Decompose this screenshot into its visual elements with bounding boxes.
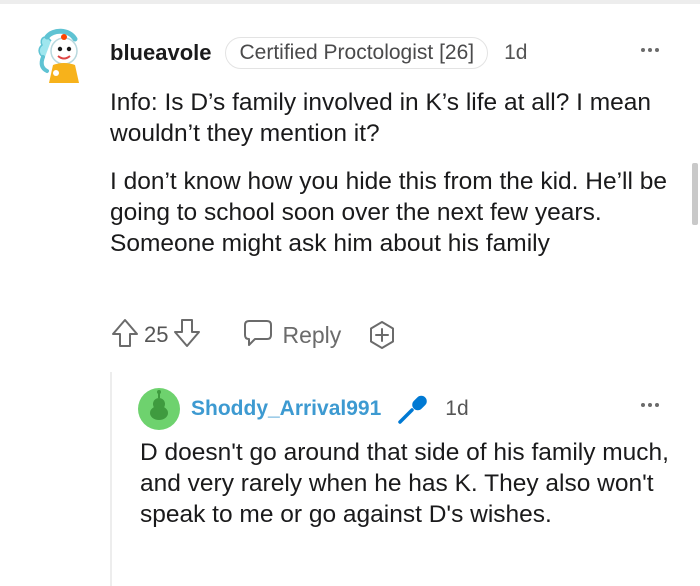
comment-actions: 25 Reply (110, 318, 397, 352)
comment-paragraph: I don’t know how you hide this from the … (110, 168, 667, 257)
microphone-icon (395, 393, 429, 425)
vote-count: 25 (144, 322, 169, 347)
user-flair: Certified Proctologist [26] (225, 37, 489, 69)
award-plus-icon[interactable] (367, 320, 397, 350)
comment-username[interactable]: blueavole (110, 40, 211, 66)
comment-timestamp: 1d (504, 41, 528, 64)
comment-header: blueavole Certified Proctologist [26] 1d (110, 36, 527, 70)
speech-bubble-icon (242, 318, 274, 353)
reply-text: D doesn't go around that side of his fam… (140, 439, 669, 528)
more-options-icon[interactable] (641, 48, 659, 52)
top-divider (0, 0, 700, 4)
reply-label: Reply (282, 321, 342, 348)
thread-line[interactable] (110, 372, 112, 586)
avatar-character-icon[interactable] (35, 27, 87, 83)
upvote-arrow-icon[interactable] (110, 317, 140, 354)
scrollbar-thumb[interactable] (692, 163, 698, 225)
reply-button[interactable]: Reply (242, 318, 341, 353)
reply-timestamp: 1d (445, 397, 469, 420)
downvote-arrow-icon[interactable] (172, 317, 202, 354)
comment-paragraph: Info: Is D’s family involved in K’s life… (110, 89, 652, 147)
avatar-green-alien-icon[interactable] (138, 388, 180, 430)
reply-header: Shoddy_Arrival991 1d (191, 392, 469, 426)
more-options-icon[interactable] (641, 403, 659, 407)
reply-username[interactable]: Shoddy_Arrival991 (191, 397, 381, 421)
